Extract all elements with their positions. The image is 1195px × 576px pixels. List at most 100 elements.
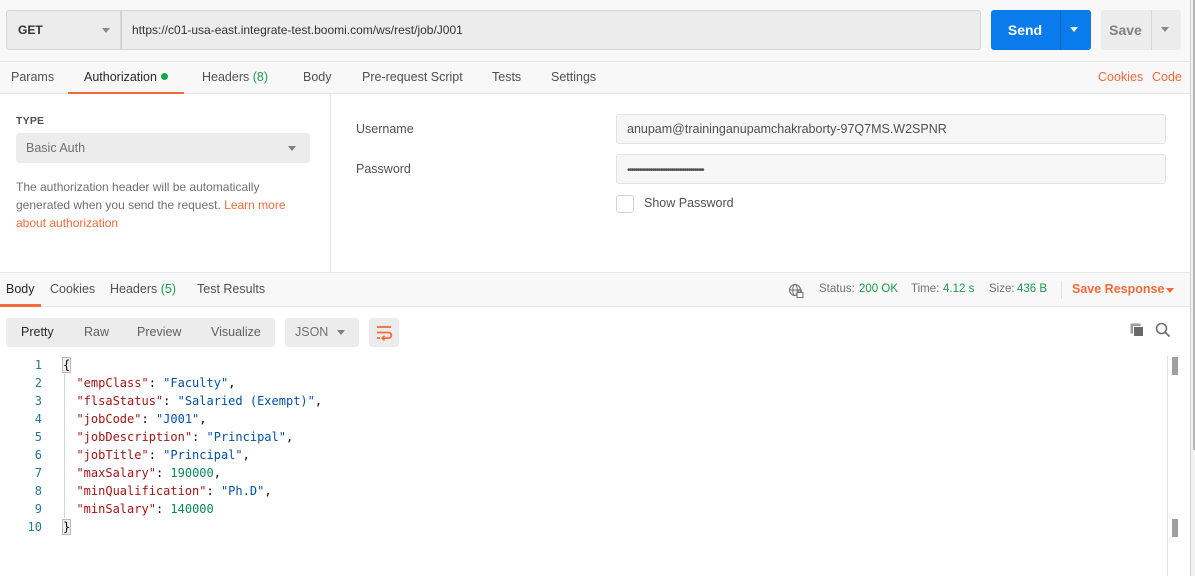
status-value: 200 OK [859,283,898,295]
divider [1060,10,1061,50]
save-response-button[interactable]: Save Response [1072,273,1164,306]
auth-type-select[interactable]: Basic Auth [16,133,310,163]
auth-description: The authorization header will be automat… [16,178,316,232]
tab-authorization-label: Authorization [84,70,157,84]
line-content: "minSalary": 140000 [76,502,214,516]
method-label: GET [18,23,43,37]
tab-params[interactable]: Params [9,62,56,94]
view-mode-group: Pretty Raw Preview Visualize [6,318,275,347]
tab-body[interactable]: Body [301,62,334,94]
chevron-down-icon [102,28,110,33]
line-content: "jobTitle": "Principal", [76,448,250,462]
authorization-panel: TYPE Basic Auth The authorization header… [0,94,1190,273]
response-tab-body[interactable]: Body [0,273,40,307]
password-masked-value: •••••••••••••••••••••••••••••••••••••••• [627,165,705,176]
line-content: "jobDescription": "Principal", [76,430,294,444]
chevron-down-icon [288,146,296,151]
code-scrollbar[interactable] [1167,356,1181,576]
json-value: "Ph.D" [220,484,265,498]
response-tab-test-results[interactable]: Test Results [195,273,267,306]
json-value: "Principal" [163,448,243,462]
cookies-link[interactable]: Cookies [1098,62,1143,92]
response-tab-headers-label: Headers [110,282,158,296]
tab-tests[interactable]: Tests [490,62,523,94]
request-tabs: Params Authorization Headers (8) Body Pr… [0,61,1190,95]
json-key: "empClass" [76,376,149,390]
response-headers-count: (5) [160,282,177,296]
show-password-checkbox[interactable] [616,195,634,213]
line-number: 2 [34,376,42,390]
json-key: "minQualification" [76,484,207,498]
tab-headers-label: Headers [202,70,250,84]
line-number: 7 [34,466,42,480]
auth-description-text: The authorization header will be automat… [16,180,260,212]
save-options-chevron-icon[interactable] [1161,27,1169,32]
line-number: 8 [34,484,42,498]
json-value: "Principal" [206,430,286,444]
tab-authorization[interactable]: Authorization [68,62,184,95]
format-select[interactable]: JSON [285,318,359,347]
globe-lock-icon[interactable] [788,283,804,299]
wrap-lines-icon [377,326,393,341]
line-content: "jobCode": "J001", [76,412,207,426]
line-number: 3 [34,394,42,408]
json-key: "jobDescription" [76,430,193,444]
mode-pretty[interactable]: Pretty [21,318,54,347]
response-body-viewer[interactable]: 1 {2 "empClass": "Faculty", 3 "flsaStatus"… [0,356,1170,576]
json-key: "flsaStatus" [76,394,164,408]
line-content: "minQualification": "Ph.D", [76,484,272,498]
auth-type-section: TYPE Basic Auth The authorization header… [0,94,331,272]
mode-raw[interactable]: Raw [84,318,109,347]
save-response-chevron-icon[interactable] [1166,288,1174,293]
line-number: 9 [34,502,42,516]
copy-icon[interactable] [1129,322,1145,338]
json-value: 190000 [170,466,214,480]
scrollbar-marker [1172,357,1178,375]
response-tab-cookies[interactable]: Cookies [48,273,97,306]
headers-count: (8) [252,70,269,84]
line-content: "maxSalary": 190000, [76,466,221,480]
url-input[interactable]: https://c01-usa-east.integrate-test.boom… [121,10,981,50]
mode-preview[interactable]: Preview [137,318,181,347]
type-label: TYPE [16,115,45,127]
size-value: 436 B [1017,283,1048,295]
line-content: } [62,518,72,536]
line-number: 1 [34,358,42,372]
username-input[interactable]: anupam@traininganupamchakraborty-97Q7MS.… [616,114,1166,144]
status-label: Status: [819,283,855,295]
chevron-down-icon [337,330,345,335]
send-button[interactable]: Send [991,10,1059,50]
password-label: Password [356,162,411,176]
json-key: "maxSalary" [76,466,156,480]
json-key: "jobTitle" [76,448,149,462]
code-link[interactable]: Code [1152,62,1182,92]
send-options-chevron-icon[interactable] [1070,27,1078,32]
line-content: "flsaStatus": "Salaried (Exempt)", [76,394,323,408]
show-password-label[interactable]: Show Password [644,196,734,210]
line-number: 4 [34,412,42,426]
size-label: Size: [989,283,1015,295]
line-number: 6 [34,448,42,462]
line-content: { [62,356,72,374]
method-select[interactable]: GET [6,10,121,50]
json-value: 140000 [170,502,214,516]
wrap-lines-button[interactable] [369,318,399,347]
tab-pre-request-script[interactable]: Pre-request Script [360,62,465,94]
password-input[interactable]: •••••••••••••••••••••••••••••••••••••••• [616,154,1166,184]
time-label: Time: [911,283,940,295]
tab-headers[interactable]: Headers (8) [200,62,270,94]
divider [1061,281,1062,299]
open-brace: { [62,357,72,373]
search-icon[interactable] [1155,322,1171,338]
mode-visualize[interactable]: Visualize [211,318,261,347]
request-bar: GET https://c01-usa-east.integrate-test.… [0,0,1190,61]
line-content: "empClass": "Faculty", [76,376,236,390]
tab-settings[interactable]: Settings [549,62,598,94]
json-value: "Faculty" [163,376,229,390]
auth-type-value: Basic Auth [26,141,86,155]
save-button[interactable]: Save [1101,10,1150,50]
send-button-group: Send [991,10,1091,50]
scrollbar-marker [1172,519,1178,537]
json-value: "J001" [155,412,200,426]
response-tab-headers[interactable]: Headers (5) [108,273,178,306]
